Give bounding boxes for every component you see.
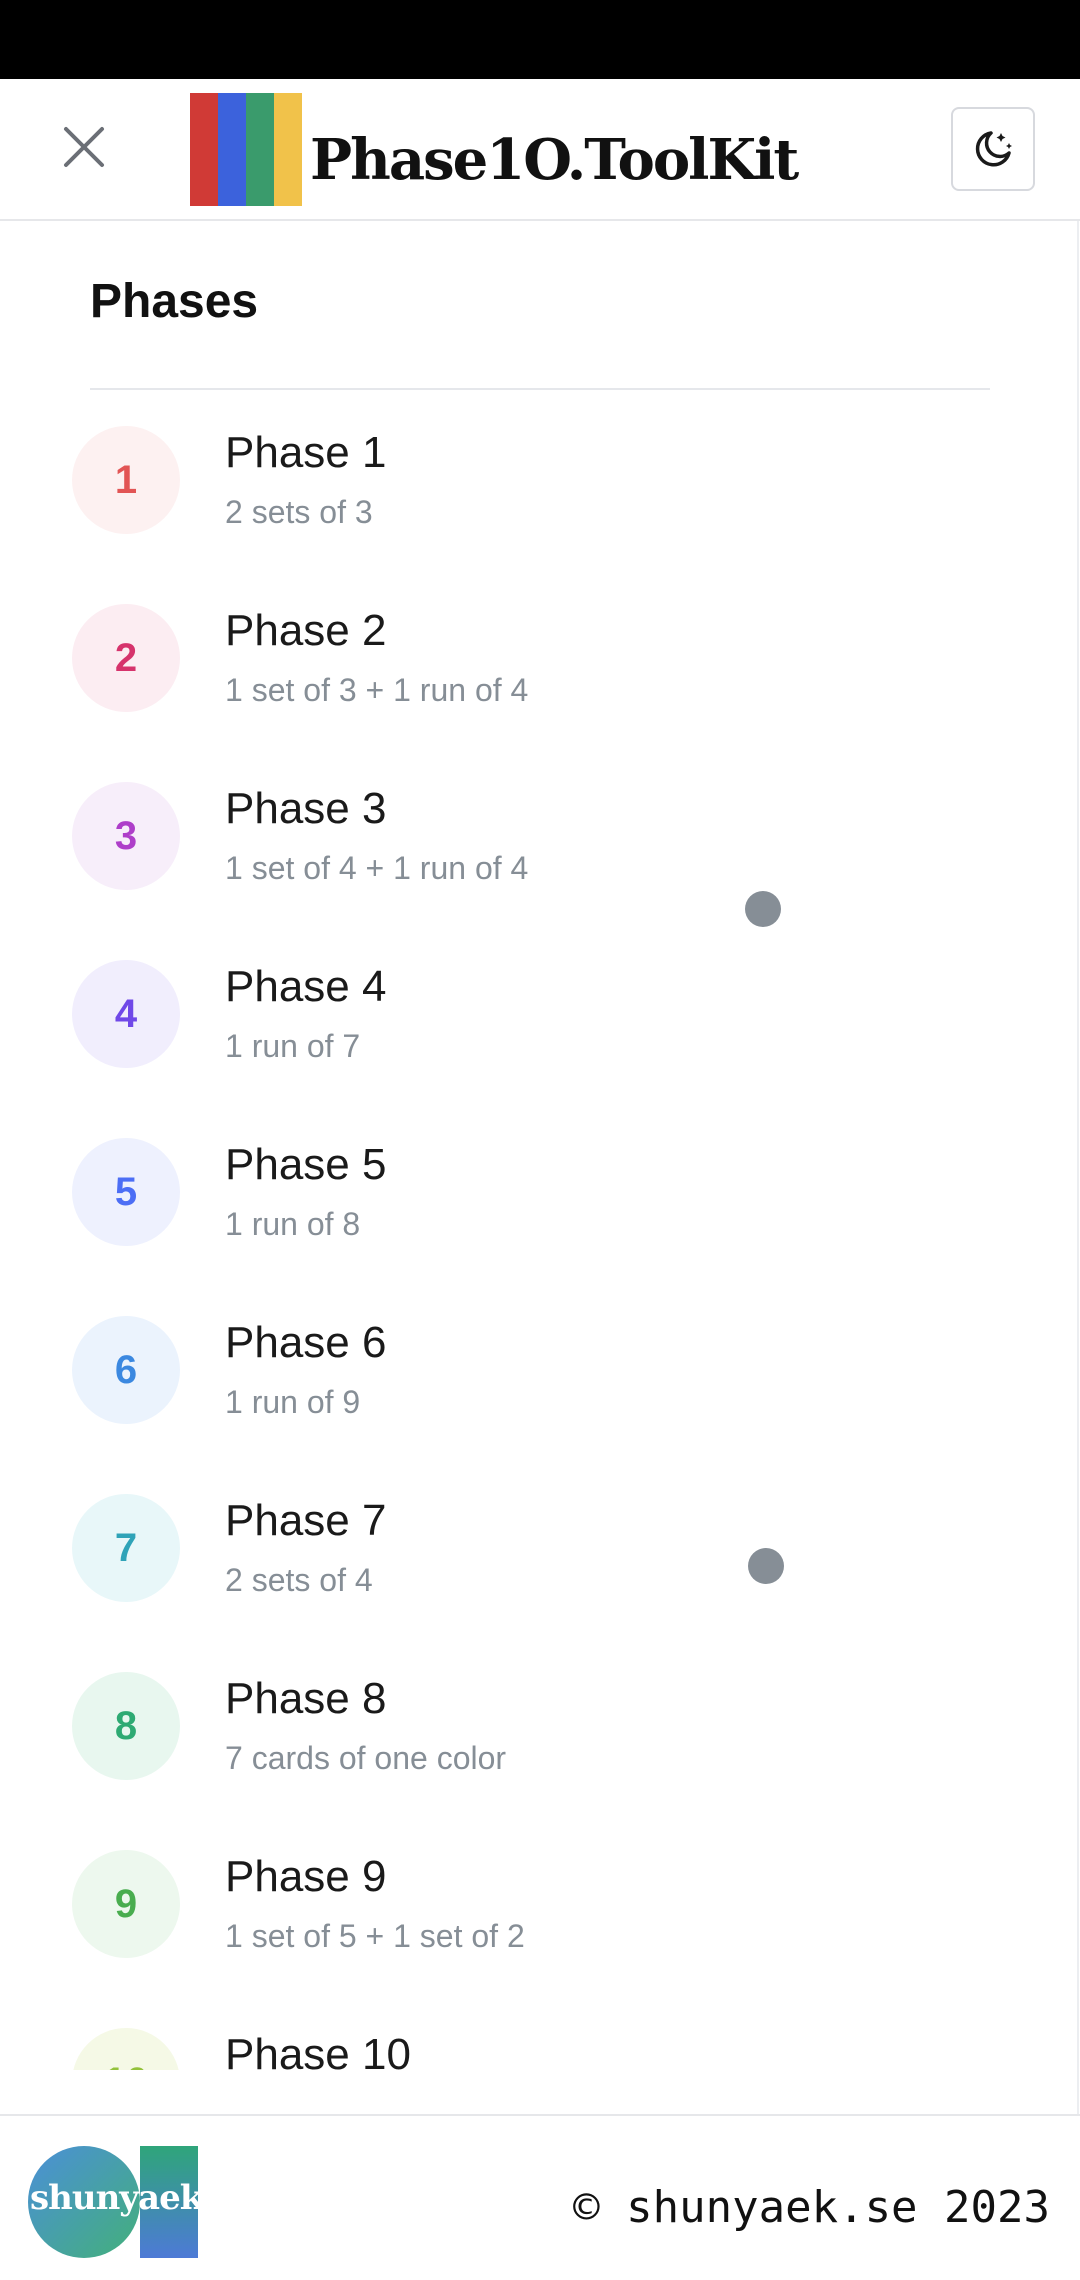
- phase-item-1[interactable]: 1 Phase 1 2 sets of 3: [0, 390, 1077, 568]
- phase-number-badge: 9: [72, 1850, 180, 1958]
- sidebar-border: [1077, 221, 1079, 2114]
- footer: shunyaek © shunyaek.se 2023: [0, 2114, 1080, 2280]
- brand-text: shunyaek: [30, 2178, 203, 2218]
- phase-number-badge: 10: [72, 2028, 180, 2070]
- header: Phase1O.ToolKit: [0, 79, 1080, 221]
- moon-stars-icon: [975, 131, 1012, 167]
- phase-name: Phase 3: [225, 784, 387, 833]
- phase-item-3[interactable]: 3 Phase 3 1 set of 4 + 1 run of 4: [0, 746, 1077, 924]
- phase-number-badge: 5: [72, 1138, 180, 1246]
- phase-number-badge: 3: [72, 782, 180, 890]
- phase-description: 1 run of 9: [225, 1384, 361, 1420]
- phase-name: Phase 5: [225, 1140, 387, 1189]
- status-bar: [0, 0, 1080, 79]
- phase-item-10[interactable]: 10 Phase 10: [0, 1992, 1077, 2070]
- logo-bar-green: [246, 93, 274, 206]
- phase-item-6[interactable]: 6 Phase 6 1 run of 9: [0, 1280, 1077, 1458]
- copyright-text: © shunyaek.se 2023: [573, 2182, 1050, 2233]
- phase-description: 1 set of 4 + 1 run of 4: [225, 850, 529, 886]
- phase-number-badge: 4: [72, 960, 180, 1068]
- phase-name: Phase 10: [225, 2030, 411, 2070]
- phase-name: Phase 4: [225, 962, 387, 1011]
- phase-description: 1 set of 3 + 1 run of 4: [225, 672, 529, 708]
- phase-list[interactable]: 1 Phase 1 2 sets of 3 2 Phase 2 1 set of…: [0, 390, 1077, 2070]
- phase-item-5[interactable]: 5 Phase 5 1 run of 8: [0, 1102, 1077, 1280]
- phase-item-4[interactable]: 4 Phase 4 1 run of 7: [0, 924, 1077, 1102]
- phase-description: 2 sets of 4: [225, 1562, 373, 1598]
- phases-heading: Phases: [90, 275, 259, 328]
- phase-number-badge: 7: [72, 1494, 180, 1602]
- phase-number-badge: 8: [72, 1672, 180, 1780]
- phase-name: Phase 1: [225, 428, 387, 477]
- theme-toggle-button[interactable]: [951, 107, 1035, 191]
- phase-number-badge: 2: [72, 604, 180, 712]
- close-icon: [64, 127, 104, 167]
- touch-indicator-dot: [748, 1548, 784, 1584]
- phase-item-7[interactable]: 7 Phase 7 2 sets of 4: [0, 1458, 1077, 1636]
- phase-name: Phase 6: [225, 1318, 387, 1367]
- phase-item-2[interactable]: 2 Phase 2 1 set of 3 + 1 run of 4: [0, 568, 1077, 746]
- phase-description: 1 run of 8: [225, 1206, 361, 1242]
- shunyaek-logo[interactable]: shunyaek: [28, 2146, 203, 2258]
- phase-name: Phase 8: [225, 1674, 387, 1723]
- phase-description: 1 run of 7: [225, 1028, 361, 1064]
- logo-bar-blue: [218, 93, 246, 206]
- logo-bar-red: [190, 93, 218, 206]
- logo-bar-yellow: [274, 93, 302, 206]
- phase-item-8[interactable]: 8 Phase 8 7 cards of one color: [0, 1636, 1077, 1814]
- phase-description: 1 set of 5 + 1 set of 2: [225, 1918, 525, 1954]
- phase-description: 7 cards of one color: [225, 1740, 507, 1776]
- logo-color-bars: [190, 93, 302, 206]
- logo-text: Phase1O.ToolKit: [310, 126, 799, 193]
- phase-description: 2 sets of 3: [225, 494, 373, 530]
- touch-indicator-dot: [745, 891, 781, 927]
- phase-name: Phase 2: [225, 606, 387, 655]
- app-logo[interactable]: Phase1O.ToolKit: [190, 93, 799, 206]
- phase-number-badge: 1: [72, 426, 180, 534]
- close-button[interactable]: [52, 115, 116, 179]
- phase-name: Phase 9: [225, 1852, 387, 1901]
- phase-name: Phase 7: [225, 1496, 387, 1545]
- phase-number-badge: 6: [72, 1316, 180, 1424]
- phase-item-9[interactable]: 9 Phase 9 1 set of 5 + 1 set of 2: [0, 1814, 1077, 1992]
